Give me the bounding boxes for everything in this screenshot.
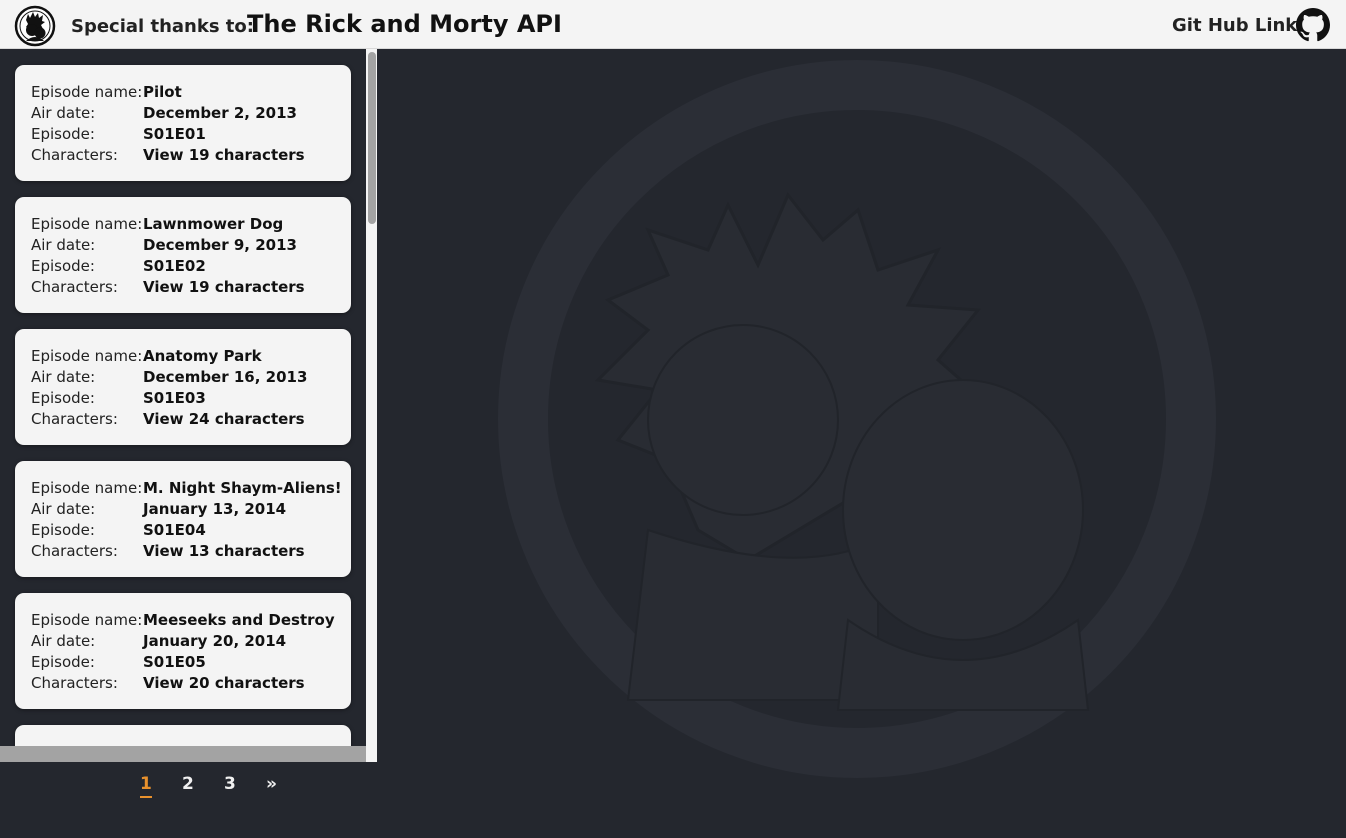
episode-card[interactable]: Episode name: Anatomy Park Air date: Decem… xyxy=(15,329,351,445)
github-link[interactable]: Git Hub Link xyxy=(1172,15,1297,36)
special-thanks-label: Special thanks to: xyxy=(71,16,254,37)
episode-code: S01E05 xyxy=(143,653,206,671)
air-date: January 20, 2014 xyxy=(143,632,287,650)
episode-code-label: Episode: xyxy=(31,653,95,671)
air-date: January 13, 2014 xyxy=(143,500,287,518)
characters-label: Characters: xyxy=(31,674,118,692)
episode-name: Anatomy Park xyxy=(143,347,262,365)
github-icon[interactable] xyxy=(1296,8,1330,42)
characters-label: Characters: xyxy=(31,146,118,164)
episode-code-label: Episode: xyxy=(31,125,95,143)
episode-card[interactable]: Episode name: M. Night Shaym-Aliens! Air … xyxy=(15,461,351,577)
episode-code: S01E03 xyxy=(143,389,206,407)
view-characters-link[interactable]: View 19 characters xyxy=(143,277,305,298)
rick-morty-watermark-icon xyxy=(498,60,1216,778)
page-2-button[interactable]: 2 xyxy=(182,774,194,794)
vertical-scrollbar-thumb[interactable] xyxy=(368,52,376,224)
horizontal-scrollbar-thumb[interactable] xyxy=(0,746,366,762)
episode-card[interactable]: Episode name: Lawnmower Dog Air date: Dece… xyxy=(15,197,351,313)
air-date-label: Air date: xyxy=(31,236,96,254)
characters-label: Characters: xyxy=(31,278,118,296)
next-page-button[interactable]: » xyxy=(266,774,277,794)
episode-name-label: Episode name: xyxy=(31,611,143,629)
air-date: December 16, 2013 xyxy=(143,368,308,386)
episode-name: Meeseeks and Destroy xyxy=(143,611,335,629)
characters-label: Characters: xyxy=(31,542,118,560)
view-characters-link[interactable]: View 13 characters xyxy=(143,541,305,562)
top-header: Special thanks to: The Rick and Morty AP… xyxy=(0,0,1346,49)
episode-code-label: Episode: xyxy=(31,521,95,539)
episode-name-label: Episode name: xyxy=(31,83,143,101)
page-3-button[interactable]: 3 xyxy=(224,774,236,794)
episode-card[interactable]: Episode name: Pilot Air date: December 2, … xyxy=(15,65,351,181)
episode-code: S01E02 xyxy=(143,257,206,275)
episode-name: M. Night Shaym-Aliens! xyxy=(143,479,342,497)
pagination: 1 2 3 » xyxy=(0,772,377,802)
episode-code: S01E04 xyxy=(143,521,206,539)
episode-name-label: Episode name: xyxy=(31,215,143,233)
rick-morty-logo-icon xyxy=(14,5,56,47)
air-date-label: Air date: xyxy=(31,500,96,518)
air-date: December 9, 2013 xyxy=(143,236,297,254)
view-characters-link[interactable]: View 20 characters xyxy=(143,673,305,694)
view-characters-link[interactable]: View 24 characters xyxy=(143,409,305,430)
air-date-label: Air date: xyxy=(31,632,96,650)
episode-code-label: Episode: xyxy=(31,257,95,275)
characters-label: Characters: xyxy=(31,410,118,428)
page-1-button[interactable]: 1 xyxy=(140,774,152,798)
episode-list[interactable]: Episode name: Pilot Air date: December 2, … xyxy=(0,49,377,762)
episode-name-label: Episode name: xyxy=(31,479,143,497)
episode-name: Pilot xyxy=(143,83,182,101)
episode-card[interactable]: Episode name: Meeseeks and Destroy Air da… xyxy=(15,593,351,709)
air-date-label: Air date: xyxy=(31,368,96,386)
air-date-label: Air date: xyxy=(31,104,96,122)
episode-name-label: Episode name: xyxy=(31,347,143,365)
api-title[interactable]: The Rick and Morty API xyxy=(247,10,562,38)
air-date: December 2, 2013 xyxy=(143,104,297,122)
episode-code: S01E01 xyxy=(143,125,206,143)
episode-code-label: Episode: xyxy=(31,389,95,407)
view-characters-link[interactable]: View 19 characters xyxy=(143,145,305,166)
episode-name: Lawnmower Dog xyxy=(143,215,284,233)
